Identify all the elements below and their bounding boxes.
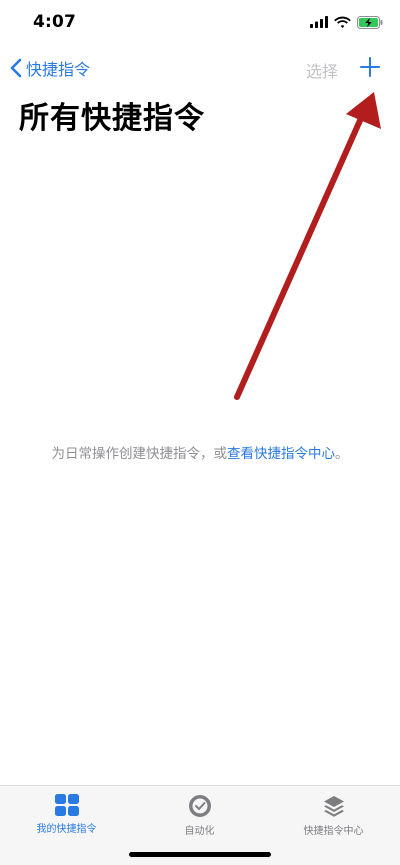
- back-button[interactable]: 快捷指令: [10, 56, 90, 80]
- battery-charging-icon: [357, 15, 383, 29]
- gallery-link[interactable]: 查看快捷指令中心: [227, 446, 335, 462]
- clock-check-icon: [188, 795, 211, 817]
- grid-icon: [54, 794, 79, 816]
- tab-label: 我的快捷指令: [36, 824, 97, 835]
- select-button[interactable]: 选择: [306, 58, 338, 82]
- navigation-bar: 快捷指令 选择: [0, 50, 400, 86]
- layers-icon: [323, 796, 344, 817]
- back-button-label: 快捷指令: [26, 60, 91, 79]
- wifi-icon: [334, 16, 351, 28]
- plus-icon[interactable]: [359, 56, 381, 78]
- status-time: 4:07: [33, 12, 77, 32]
- tab-label: 快捷指令中心: [303, 826, 364, 837]
- empty-state-period: 。: [335, 446, 349, 462]
- empty-state-text: 为日常操作创建快捷指令，或: [51, 446, 228, 462]
- status-bar: 4:07: [0, 0, 400, 46]
- chevron-left-icon: [10, 58, 22, 78]
- tab-my-shortcuts[interactable]: 我的快捷指令: [0, 794, 133, 835]
- home-indicator[interactable]: [129, 852, 271, 857]
- page-title: 所有快捷指令: [19, 101, 205, 136]
- tab-automation[interactable]: 自动化: [133, 794, 266, 837]
- status-icons: [310, 14, 383, 30]
- tab-gallery[interactable]: 快捷指令中心: [267, 794, 400, 837]
- tab-label: 自动化: [184, 826, 215, 837]
- empty-state-message: 为日常操作创建快捷指令，或查看快捷指令中心。: [0, 442, 400, 462]
- cellular-signal-icon: [310, 16, 328, 28]
